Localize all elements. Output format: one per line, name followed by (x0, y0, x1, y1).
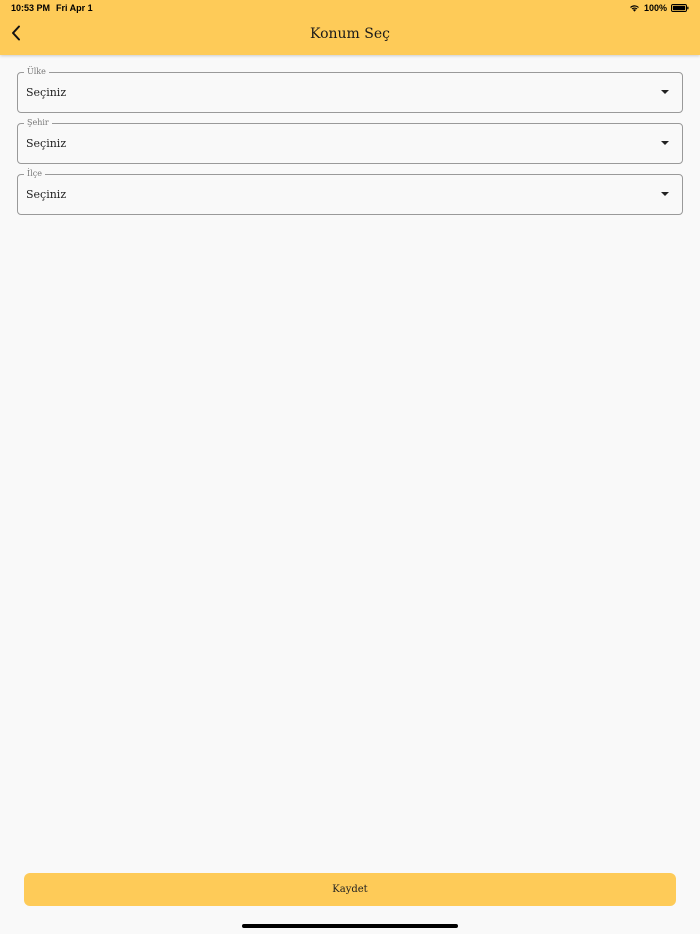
status-time: 10:53 PM (11, 3, 51, 13)
navigation-bar: Konum Seç (0, 16, 700, 55)
home-indicator (242, 924, 458, 928)
dropdown-arrow-icon (661, 141, 669, 145)
district-select[interactable]: İlçe Seçiniz (17, 169, 683, 215)
status-date: Fri Apr 1 (56, 3, 93, 13)
app-header: 10:53 PM Fri Apr 1 100% Konum Seç (0, 0, 700, 55)
battery-icon (671, 4, 689, 12)
status-bar: 10:53 PM Fri Apr 1 100% (0, 0, 700, 16)
country-select[interactable]: Ülke Seçiniz (17, 67, 683, 113)
dropdown-arrow-icon (661, 192, 669, 196)
status-indicators: 100% (629, 3, 689, 13)
city-label: Şehir (24, 118, 52, 128)
district-value: Seçiniz (26, 188, 67, 201)
district-label: İlçe (24, 169, 45, 179)
city-select[interactable]: Şehir Seçiniz (17, 118, 683, 164)
page-title: Konum Seç (310, 26, 390, 42)
battery-percentage: 100% (643, 3, 667, 13)
country-label: Ülke (24, 67, 49, 77)
wifi-icon (629, 4, 640, 12)
city-value: Seçiniz (26, 137, 67, 150)
app-screen: 10:53 PM Fri Apr 1 100% Konum Seç Ülke S… (0, 0, 700, 934)
country-value: Seçiniz (26, 86, 67, 99)
save-button-label: Kaydet (332, 884, 368, 895)
save-button[interactable]: Kaydet (24, 873, 676, 906)
dropdown-arrow-icon (661, 90, 669, 94)
